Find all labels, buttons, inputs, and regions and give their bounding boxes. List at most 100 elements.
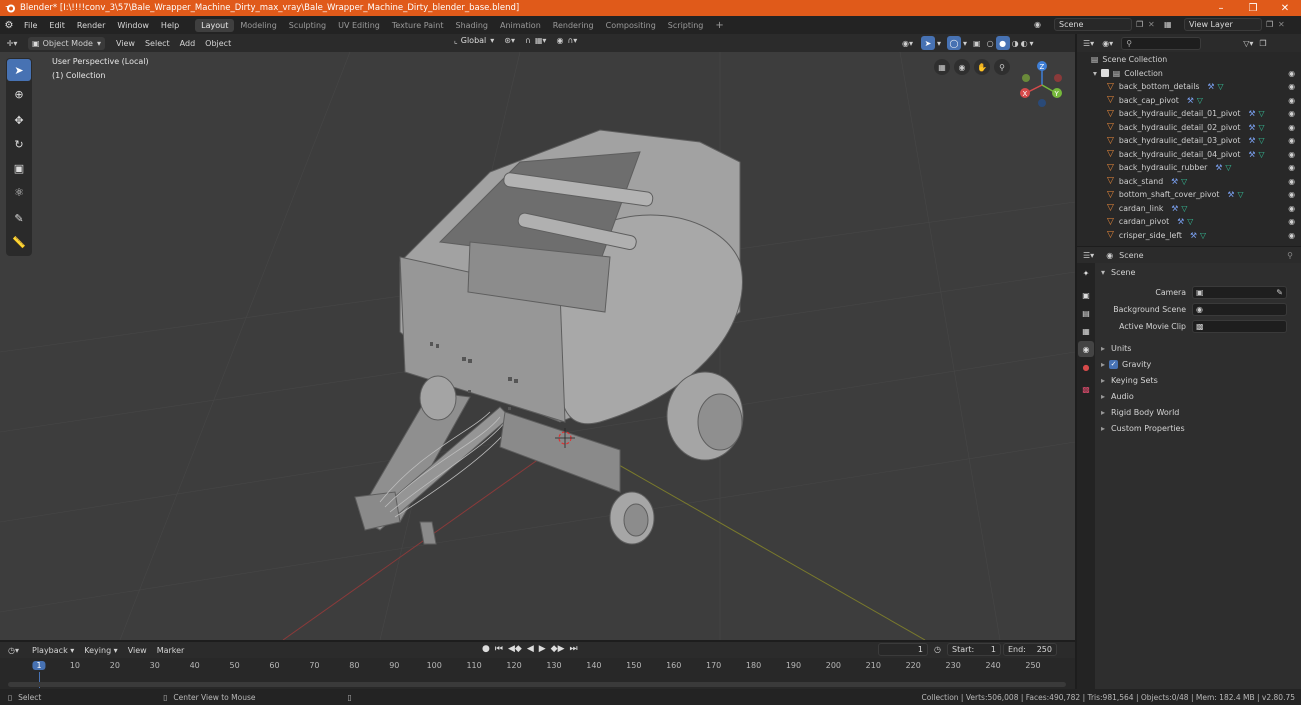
view-layer-selector[interactable]: View Layer [1184,18,1262,31]
mode-selector[interactable]: ▣ Object Mode ▾ [28,36,105,50]
keying-sets-panel[interactable]: ▸ Keying Sets [1095,372,1301,388]
display-mode-icon[interactable]: ◉▾ [1102,39,1113,48]
jump-end-icon[interactable]: ⏭ [570,644,578,654]
eye-icon[interactable]: ◉ [1288,217,1295,226]
chevron-down-icon[interactable]: ▾ [963,39,967,48]
play-reverse-icon[interactable]: ◀ [527,644,534,654]
audio-panel[interactable]: ▸ Audio [1095,388,1301,404]
transform-orientation-selector[interactable]: Global [461,36,487,45]
tab-animation[interactable]: Animation [494,19,547,32]
outliner-item[interactable]: ▽ back_stand ⚒ ▽ ◉ [1077,175,1301,189]
snap-element-icon[interactable]: ▦▾ [535,36,547,45]
eye-icon[interactable]: ◉ [1288,204,1295,213]
add-workspace-button[interactable]: + [709,18,729,33]
camera-view-icon[interactable]: ◉ [954,59,970,75]
wireframe-shading-icon[interactable]: ○ [987,39,994,48]
outliner-item[interactable]: ▽ cardan_link ⚒ ▽ ◉ [1077,202,1301,216]
eye-icon[interactable]: ◉ [1288,177,1295,186]
tab-scripting[interactable]: Scripting [662,19,710,32]
menu-file[interactable]: File [18,21,43,30]
overlay-toggle-icon[interactable]: ◯ [947,36,962,50]
eye-icon[interactable]: ◉ [1288,109,1295,118]
tab-uv-editing[interactable]: UV Editing [332,19,386,32]
rigid-body-world-panel[interactable]: ▸ Rigid Body World [1095,404,1301,420]
outliner-search-input[interactable]: ⚲ [1121,36,1202,50]
view-layer-tab-icon[interactable]: ▦ [1078,323,1094,339]
proportional-falloff-icon[interactable]: ∩▾ [567,36,577,45]
maximize-icon[interactable]: ❐ [1237,3,1269,14]
units-panel[interactable]: ▸ Units [1095,340,1301,356]
visibility-icon[interactable]: ◉▾ [902,39,913,48]
move-tool-icon[interactable]: ✥ [7,109,31,131]
viewport-menu-add[interactable]: Add [175,39,201,48]
viewport-menu-select[interactable]: Select [140,39,175,48]
pivot-point-icon[interactable]: ⊛▾ [504,36,515,45]
timeline-menu-playback[interactable]: Playback ▾ [27,646,79,655]
checkbox-icon[interactable] [1100,69,1109,78]
outliner-item[interactable]: ▽ bottom_shaft_cover_pivot ⚒ ▽ ◉ [1077,188,1301,202]
menu-help[interactable]: Help [155,21,185,30]
outliner-item[interactable]: ▽ back_hydraulic_rubber ⚒ ▽ ◉ [1077,161,1301,175]
end-frame-field[interactable]: End: 250 [1002,643,1057,656]
outliner-scene-collection-row[interactable]: ▤ Scene Collection [1077,53,1301,67]
eye-icon[interactable]: ◉ [1288,96,1295,105]
start-frame-field[interactable]: Start: 1 [946,643,1001,656]
timeline-editor-type-icon[interactable]: ◷▾ [8,646,19,655]
outliner-editor-type-icon[interactable]: ☰▾ [1083,39,1094,48]
eye-icon[interactable]: ◉ [1288,136,1295,145]
cursor-tool-icon[interactable]: ⊕ [7,83,31,105]
prev-keyframe-icon[interactable]: ◀◆ [508,644,522,654]
tool-tab-icon[interactable]: ✦ [1078,265,1094,281]
jump-start-icon[interactable]: ⏮ [495,644,503,654]
new-scene-icon[interactable]: ❐ [1136,20,1148,29]
select-box-tool-icon[interactable]: ➤ [7,59,31,81]
properties-editor-type-icon[interactable]: ☰▾ [1083,251,1094,260]
rendered-shading-icon[interactable]: ◐ [1021,39,1028,48]
rotate-tool-icon[interactable]: ↻ [7,133,31,155]
gravity-checkbox[interactable]: ✓ [1109,359,1119,369]
timeline-menu-view[interactable]: View [123,646,152,655]
eyedropper-icon[interactable]: ✎ [1276,288,1283,297]
blender-menu-icon[interactable]: ⚙ [0,20,18,31]
chevron-down-icon[interactable]: ▾ [937,39,941,48]
scene-tab-icon[interactable]: ◉ [1078,341,1094,357]
gravity-panel[interactable]: ▸ ✓ Gravity [1095,356,1301,372]
outliner-item[interactable]: ▽ back_cap_pivot ⚒ ▽ ◉ [1077,94,1301,108]
menu-edit[interactable]: Edit [43,21,71,30]
eye-icon[interactable]: ◉ [1288,150,1295,159]
next-keyframe-icon[interactable]: ◆▶ [551,644,565,654]
expand-arrow-icon[interactable]: ▾ [1093,69,1097,78]
render-tab-icon[interactable]: ▣ [1078,287,1094,303]
proportional-edit-icon[interactable]: ◉ [556,36,563,45]
world-tab-icon[interactable]: ● [1078,359,1094,375]
new-collection-icon[interactable]: ❐ [1259,39,1266,48]
background-scene-field[interactable]: ◉ [1192,302,1287,316]
navigation-gizmo[interactable]: Z X Y [1018,60,1066,110]
editor-type-icon[interactable]: ✛▾ [0,39,24,48]
eye-icon[interactable]: ◉ [1288,123,1295,132]
scene-selector[interactable]: Scene [1054,18,1132,31]
scene-icon[interactable]: ◉ [1034,20,1054,29]
eye-icon[interactable]: ◉ [1288,190,1295,199]
eye-icon[interactable]: ◉ [1288,69,1295,78]
outliner-item[interactable]: ▽ back_hydraulic_detail_01_pivot ⚒ ▽ ◉ [1077,107,1301,121]
play-icon[interactable]: ▶ [539,644,546,654]
outliner-item[interactable]: ▽ back_bottom_details ⚒ ▽ ◉ [1077,80,1301,94]
outliner-item[interactable]: ▽ back_hydraulic_detail_02_pivot ⚒ ▽ ◉ [1077,121,1301,135]
material-shading-icon[interactable]: ◑ [1012,39,1019,48]
scene-panel-header[interactable]: ▾ Scene [1095,264,1301,280]
viewport-menu-view[interactable]: View [111,39,140,48]
stopwatch-icon[interactable]: ◷ [934,645,941,654]
tab-texture-paint[interactable]: Texture Paint [386,19,450,32]
view-layer-icon[interactable]: ▦ [1164,20,1184,29]
zoom-view-icon[interactable]: ⚲ [994,59,1010,75]
minimize-icon[interactable]: – [1205,3,1237,14]
output-tab-icon[interactable]: ▤ [1078,305,1094,321]
toggle-perspective-icon[interactable]: ▦ [934,59,950,75]
bale-wrapper-model[interactable] [354,129,744,545]
3d-viewport[interactable]: User Perspective (Local) (1) Collection … [0,52,1075,640]
annotate-tool-icon[interactable]: ✎ [7,207,31,229]
camera-field[interactable]: ▣ ✎ [1192,285,1287,299]
new-view-layer-icon[interactable]: ❐ [1266,20,1278,29]
timeline-menu-marker[interactable]: Marker [152,646,190,655]
